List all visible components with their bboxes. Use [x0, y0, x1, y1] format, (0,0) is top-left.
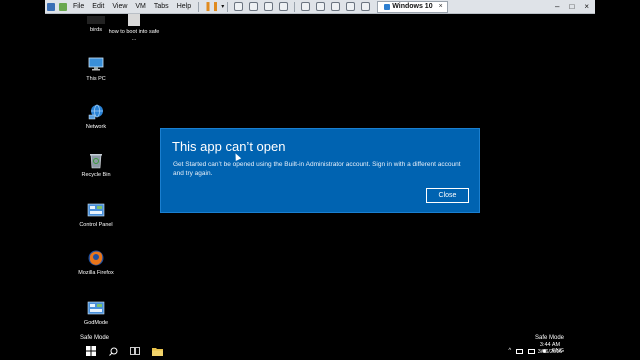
error-dialog: This app can’t open Get Started can’t be…: [160, 128, 480, 213]
godmode-folder-icon: [87, 299, 105, 317]
task-view-button[interactable]: [124, 342, 146, 360]
search-icon: [108, 347, 117, 356]
vm-tab-windows10[interactable]: Windows 10 ×: [377, 0, 448, 13]
toolbar-divider: [227, 1, 229, 12]
vm-tab-icon: [384, 3, 391, 10]
clock-date: 3/26/2016: [537, 349, 563, 355]
desktop-icon-this-pc[interactable]: This PC: [70, 55, 122, 83]
safe-mode-label-left: Safe Mode: [80, 335, 110, 341]
menu-vm[interactable]: VM: [131, 3, 150, 10]
minimize-button[interactable]: –: [555, 2, 559, 11]
home-icon[interactable]: [59, 2, 67, 11]
document-file-icon: [128, 14, 140, 26]
vmware-logo-icon[interactable]: [47, 2, 55, 11]
menu-tabs[interactable]: Tabs: [150, 3, 173, 10]
desktop-icon-godmode[interactable]: GodMode: [70, 299, 122, 327]
desktop-icon-how-to-boot[interactable]: how to boot into safe ...: [108, 14, 160, 43]
menu-file[interactable]: File: [69, 3, 88, 10]
chevron-down-icon[interactable]: ▾: [221, 3, 224, 10]
library-icon[interactable]: [301, 2, 311, 11]
monitor-icon: [87, 55, 105, 73]
vm-screen: File Edit View VM Tabs Help ❚❚ ▾ Windows…: [0, 0, 640, 360]
view-options-icon[interactable]: [361, 2, 371, 11]
clock-time: 3:44 AM: [539, 342, 561, 348]
image-file-icon: [87, 16, 105, 24]
menu-help[interactable]: Help: [173, 3, 195, 10]
recycle-bin-icon: [87, 151, 105, 169]
pause-icon[interactable]: ❚❚: [204, 1, 219, 12]
snapshot-icon[interactable]: [249, 2, 259, 11]
revert-snapshot-icon[interactable]: [264, 2, 274, 11]
vmware-toolbar: File Edit View VM Tabs Help ❚❚ ▾ Windows…: [45, 0, 595, 14]
desktop-icon-firefox[interactable]: Mozilla Firefox: [70, 249, 122, 277]
unity-icon[interactable]: [346, 2, 356, 11]
menu-edit[interactable]: Edit: [88, 3, 108, 10]
dialog-message: Get Started can’t be opened using the Bu…: [173, 161, 461, 177]
safe-mode-label-right: Safe Mode: [535, 335, 565, 341]
vm-tab-label: Windows 10: [392, 3, 433, 10]
chevron-up-icon[interactable]: ^: [508, 348, 511, 354]
desktop-icon-label: Control Panel: [79, 222, 113, 228]
desktop-icon-label: how to boot into safe ...: [108, 29, 160, 42]
task-view-icon: [130, 347, 140, 355]
desktop-icon-label: This PC: [86, 76, 106, 82]
toolbar-divider: [294, 1, 296, 12]
snapshot-manager-icon[interactable]: [279, 2, 289, 11]
close-button[interactable]: Close: [426, 188, 469, 203]
desktop-icon-recycle-bin[interactable]: Recycle Bin: [70, 151, 122, 179]
taskbar-clock[interactable]: 3:44 AM 3/26/2016: [530, 342, 570, 356]
firefox-icon: [87, 249, 105, 267]
menu-view[interactable]: View: [108, 3, 131, 10]
fullscreen-icon[interactable]: [331, 2, 341, 11]
close-tab-icon[interactable]: ×: [439, 3, 443, 10]
desktop-icon-label: Network: [85, 124, 107, 130]
toolbar-divider: [198, 1, 200, 12]
network-globe-icon: [87, 103, 105, 121]
maximize-button[interactable]: □: [569, 2, 574, 11]
close-window-button[interactable]: ×: [584, 2, 589, 11]
folder-icon: [151, 347, 163, 356]
desktop-icon-network[interactable]: Network: [70, 103, 122, 131]
network-status-icon[interactable]: [516, 348, 524, 354]
control-panel-icon: [87, 201, 105, 219]
desktop-icon-control-panel[interactable]: Control Panel: [70, 201, 122, 229]
desktop-icon-label: Mozilla Firefox: [78, 270, 114, 276]
windows-logo-icon: [86, 346, 96, 356]
desktop-icon-label: GodMode: [83, 320, 109, 326]
desktop-icon-label: Recycle Bin: [81, 172, 111, 178]
search-button[interactable]: [102, 342, 124, 360]
file-explorer-button[interactable]: [146, 342, 168, 360]
start-button[interactable]: [80, 342, 102, 360]
dialog-title: This app can’t open: [172, 139, 286, 154]
window-controls: – □ ×: [555, 2, 595, 11]
send-ctrl-alt-del-icon[interactable]: [234, 2, 244, 11]
thumbnail-icon[interactable]: [316, 2, 326, 11]
